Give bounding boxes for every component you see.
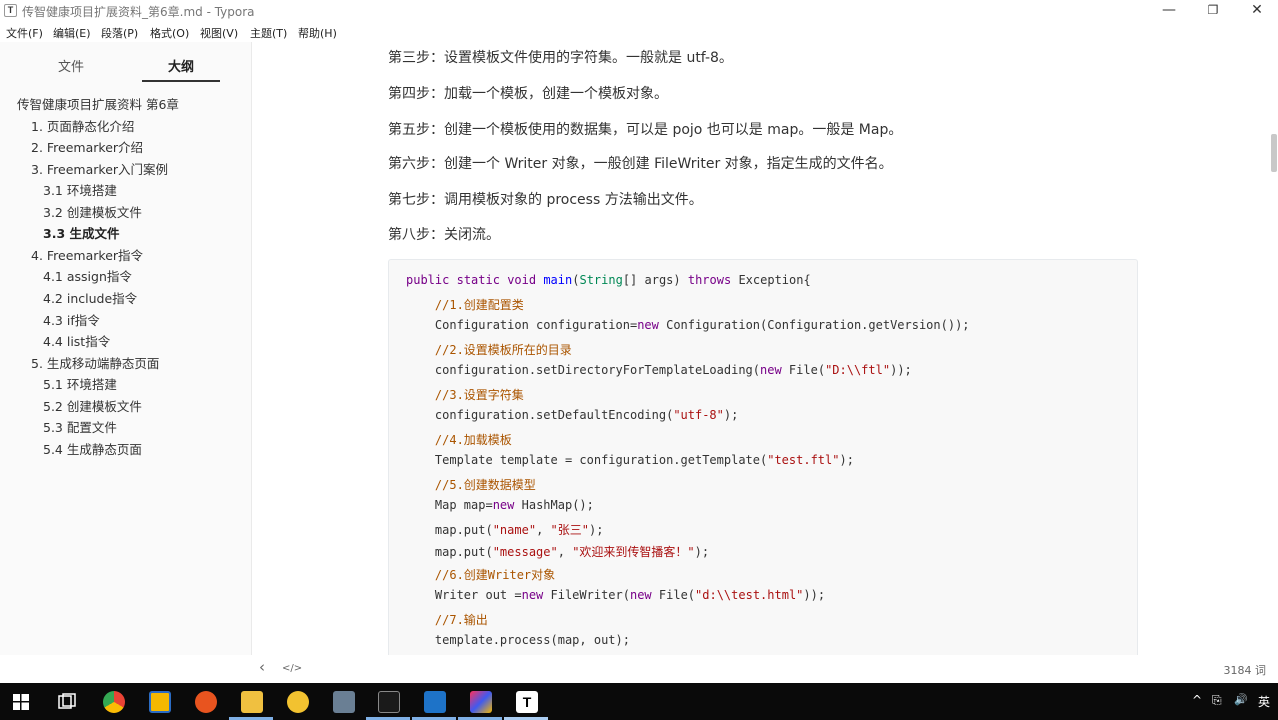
outline-item[interactable]: 4. Freemarker指令 — [31, 248, 143, 264]
code-line: //7.输出 — [434, 612, 488, 627]
code-line: //4.加载模板 — [434, 432, 512, 447]
close-button[interactable]: ✕ — [1234, 0, 1278, 22]
terminal-icon[interactable] — [378, 691, 400, 713]
menu-edit[interactable]: 编辑(E) — [53, 25, 91, 41]
notes-app-icon[interactable] — [287, 691, 309, 713]
code-line: map.put("message", "欢迎来到传智播客！"); — [406, 545, 710, 559]
code-line: Map map=new HashMap(); — [406, 498, 594, 512]
menu-file[interactable]: 文件(F) — [6, 25, 43, 41]
code-line: //2.设置模板所在的目录 — [434, 342, 572, 357]
active-tab-indicator — [142, 80, 220, 82]
typora-app-icon: T — [4, 4, 17, 17]
paragraph: 第四步：加载一个模板，创建一个模板对象。 — [388, 86, 668, 102]
outline-item[interactable]: 3. Freemarker入门案例 — [31, 162, 168, 178]
outline-item[interactable]: 4.1 assign指令 — [43, 269, 132, 285]
maximize-button[interactable]: ❐ — [1190, 0, 1236, 22]
outline-item[interactable]: 5.2 创建模板文件 — [43, 399, 142, 415]
code-line: //5.创建数据模型 — [434, 477, 536, 492]
outline-item[interactable]: 5. 生成移动端静态页面 — [31, 356, 159, 372]
tab-outline[interactable]: 大纲 — [168, 56, 194, 75]
code-line: map.put("name", "张三"); — [406, 522, 604, 537]
menu-bar: 文件(F) 编辑(E) 段落(P) 格式(O) 视图(V) 主题(T) 帮助(H… — [0, 22, 1278, 42]
source-mode-button[interactable]: </> — [282, 663, 302, 674]
input-language-indicator[interactable]: 英 — [1258, 693, 1270, 710]
outline-item[interactable]: 传智健康项目扩展资料 第6章 — [17, 97, 179, 113]
outline-item[interactable]: 5.1 环境搭建 — [43, 377, 117, 393]
typora-taskbar-icon[interactable]: T — [516, 691, 538, 713]
tab-files[interactable]: 文件 — [58, 56, 84, 75]
menu-paragraph[interactable]: 段落(P) — [101, 25, 138, 41]
code-line: public static void main(String[] args) t… — [406, 273, 811, 287]
outline-item-active[interactable]: 3.3 生成文件 — [43, 226, 120, 242]
minimize-button[interactable]: — — [1146, 0, 1192, 22]
word-count[interactable]: 3184 词 — [1224, 662, 1267, 678]
paragraph: 第六步：创建一个 Writer 对象，一般创建 FileWriter 对象，指定… — [388, 156, 893, 172]
outline-item[interactable]: 4.4 list指令 — [43, 334, 110, 350]
intellij-icon[interactable] — [470, 691, 492, 713]
outline-item[interactable]: 2. Freemarker介绍 — [31, 140, 143, 156]
status-bar: ‹ </> 3184 词 — [0, 655, 1278, 683]
paragraph: 第八步：关闭流。 — [388, 227, 500, 243]
code-line: //6.创建Writer对象 — [434, 567, 556, 582]
chrome-icon[interactable] — [103, 691, 125, 713]
code-line: //3.设置字符集 — [434, 387, 524, 402]
sidebar: 文件 大纲 传智健康项目扩展资料 第6章 1. 页面静态化介绍 2. Freem… — [0, 42, 252, 682]
windows-start-icon[interactable] — [13, 694, 29, 710]
outline-item[interactable]: 1. 页面静态化介绍 — [31, 119, 134, 135]
network-icon[interactable]: ⎘ — [1212, 693, 1222, 708]
paragraph: 第三步：设置模板文件使用的字符集。一般就是 utf-8。 — [388, 50, 733, 66]
paragraph: 第七步：调用模板对象的 process 方法输出文件。 — [388, 192, 703, 208]
vm-app-icon[interactable] — [333, 691, 355, 713]
outline-item[interactable]: 3.1 环境搭建 — [43, 183, 117, 199]
menu-format[interactable]: 格式(O) — [150, 25, 189, 41]
outline-item[interactable]: 3.2 创建模板文件 — [43, 205, 142, 221]
menu-theme[interactable]: 主题(T) — [250, 25, 287, 41]
code-line: Template template = configuration.getTem… — [406, 453, 854, 467]
code-line: //1.创建配置类 — [434, 297, 524, 312]
windows-taskbar: T ^ ⎘ 🔊 英 — [0, 683, 1278, 720]
menu-help[interactable]: 帮助(H) — [298, 25, 337, 41]
code-line: template.process(map, out); — [406, 633, 630, 647]
code-line: Configuration configuration=new Configur… — [406, 318, 970, 332]
code-line: configuration.setDirectoryForTemplateLoa… — [406, 363, 912, 377]
code-line: Writer out =new FileWriter(new File("d:\… — [406, 588, 826, 602]
code-block[interactable]: public static void main(String[] args) t… — [388, 259, 1138, 655]
outline-item[interactable]: 5.4 生成静态页面 — [43, 442, 142, 458]
outline-item[interactable]: 4.3 if指令 — [43, 313, 100, 329]
editor-app-icon[interactable] — [424, 691, 446, 713]
window-title: 传智健康项目扩展资料_第6章.md - Typora — [22, 5, 255, 19]
toggle-sidebar-button[interactable]: ‹ — [259, 658, 265, 676]
design-app-icon[interactable] — [195, 691, 217, 713]
show-hidden-icons-icon[interactable]: ^ — [1192, 693, 1202, 707]
editor-scrollbar-thumb[interactable] — [1271, 134, 1277, 172]
outline-item[interactable]: 4.2 include指令 — [43, 291, 137, 307]
volume-icon[interactable]: 🔊 — [1234, 693, 1248, 706]
code-line: configuration.setDefaultEncoding("utf-8"… — [406, 408, 739, 422]
explorer-app-icon[interactable] — [149, 691, 171, 713]
menu-view[interactable]: 视图(V) — [200, 25, 238, 41]
task-view-icon[interactable] — [58, 693, 76, 711]
paragraph: 第五步：创建一个模板使用的数据集，可以是 pojo 也可以是 map。一般是 M… — [388, 122, 903, 138]
outline-item[interactable]: 5.3 配置文件 — [43, 420, 117, 436]
editor-area[interactable]: 第三步：设置模板文件使用的字符集。一般就是 utf-8。 第四步：加载一个模板，… — [253, 42, 1278, 655]
file-explorer-icon[interactable] — [241, 691, 263, 713]
title-bar: T 传智健康项目扩展资料_第6章.md - Typora — ❐ ✕ — [0, 0, 1278, 22]
